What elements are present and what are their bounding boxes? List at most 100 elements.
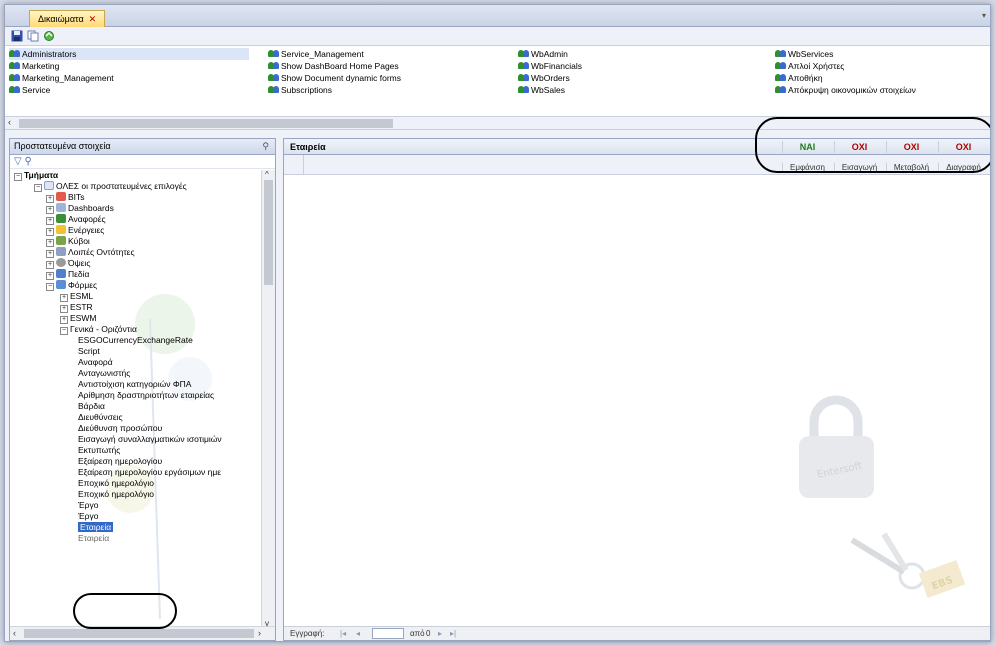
tree-leaf[interactable]: Εταιρεία bbox=[78, 533, 109, 544]
column-header-insert[interactable]: Εισαγωγή bbox=[834, 163, 884, 172]
tree-leaf[interactable]: ESGOCurrencyExchangeRate bbox=[78, 335, 193, 346]
copy-icon[interactable] bbox=[27, 30, 39, 42]
tab-permissions[interactable]: Δικαιώματα ✕ bbox=[29, 10, 106, 28]
expand-icon[interactable]: + bbox=[46, 195, 54, 203]
tree-leaf[interactable]: Script bbox=[78, 346, 100, 357]
scroll-right-icon[interactable]: › bbox=[258, 628, 261, 638]
first-record-icon[interactable]: |◂ bbox=[340, 629, 346, 638]
tree-leaf-selected[interactable]: Εταιρεία bbox=[78, 522, 114, 533]
role-item[interactable]: Απόκρυψη οικονομικών στοιχείων bbox=[775, 84, 916, 96]
expand-icon[interactable]: + bbox=[46, 261, 54, 269]
pin-icon[interactable]: ⚲ bbox=[262, 141, 269, 152]
expand-icon[interactable]: + bbox=[60, 294, 68, 302]
tree-leaf[interactable]: Διεύθυνση προσώπου bbox=[78, 423, 162, 434]
update-permission-toggle[interactable]: OXI bbox=[886, 141, 936, 153]
collapse-icon[interactable]: − bbox=[14, 173, 22, 181]
previous-record-icon[interactable]: ◂ bbox=[356, 629, 360, 638]
tree-node[interactable]: + BITs bbox=[46, 192, 85, 203]
tree-leaf[interactable]: Εξαίρεση ημερολογίου εργάσιμων ημε bbox=[78, 467, 221, 478]
tree-node[interactable]: + Πεδία bbox=[46, 269, 89, 280]
tree-node[interactable]: + ESML bbox=[60, 291, 93, 302]
collapse-icon[interactable]: − bbox=[60, 327, 68, 335]
scroll-up-icon[interactable]: ^ bbox=[265, 170, 269, 179]
user-group-icon bbox=[775, 73, 786, 82]
expand-icon[interactable]: + bbox=[46, 228, 54, 236]
role-item[interactable]: Marketing_Management bbox=[9, 72, 114, 84]
record-number-input[interactable] bbox=[372, 628, 404, 639]
expand-icon[interactable]: + bbox=[46, 250, 54, 258]
role-item[interactable]: WbServices bbox=[775, 48, 833, 60]
tree-node[interactable]: − Φόρμες bbox=[46, 280, 97, 291]
expand-icon[interactable]: + bbox=[60, 305, 68, 313]
expand-icon[interactable]: + bbox=[46, 239, 54, 247]
insert-permission-toggle[interactable]: OXI bbox=[834, 141, 884, 153]
tree-vertical-scrollbar[interactable]: ^ v bbox=[261, 170, 275, 628]
tree-leaf[interactable]: Εποχικό ημερολόγιο bbox=[78, 489, 154, 500]
tree-node[interactable]: + Αναφορές bbox=[46, 214, 106, 225]
tree-horizontal-scrollbar[interactable]: ‹ › bbox=[10, 626, 275, 640]
close-tab-icon[interactable]: ✕ bbox=[89, 14, 97, 24]
role-item[interactable]: Service_Management bbox=[268, 48, 364, 60]
tree-leaf[interactable]: Αντιστοίχιση κατηγοριών ΦΠΑ bbox=[78, 379, 191, 390]
roles-horizontal-scrollbar[interactable]: ‹ bbox=[5, 117, 990, 130]
last-record-icon[interactable]: ▸| bbox=[450, 629, 456, 638]
expand-icon[interactable]: + bbox=[60, 316, 68, 324]
tree-node-label: Τμήματα bbox=[24, 170, 59, 180]
scrollbar-thumb[interactable] bbox=[24, 629, 254, 638]
role-item[interactable]: WbFinancials bbox=[518, 60, 582, 72]
tree-node[interactable]: + Όψεις bbox=[46, 258, 90, 269]
column-header-delete[interactable]: Διαγραφή bbox=[938, 163, 988, 172]
tree-leaf[interactable]: Αρίθμηση δραστηριοτήτων εταιρείας bbox=[78, 390, 214, 401]
view-permission-toggle[interactable]: NAI bbox=[782, 141, 832, 153]
role-item[interactable]: Administrators bbox=[9, 48, 249, 60]
tree-leaf[interactable]: Διευθύνσεις bbox=[78, 412, 123, 423]
role-item[interactable]: Show Document dynamic forms bbox=[268, 72, 401, 84]
tree-node[interactable]: + Λοιπές Οντότητες bbox=[46, 247, 135, 258]
role-item[interactable]: Αποθήκη bbox=[775, 72, 823, 84]
tree-node[interactable]: − Τμήματα bbox=[14, 170, 58, 181]
delete-permission-toggle[interactable]: OXI bbox=[938, 141, 988, 153]
tree-node[interactable]: + Κύβοι bbox=[46, 236, 90, 247]
scroll-left-icon[interactable]: ‹ bbox=[8, 117, 11, 127]
scrollbar-thumb[interactable] bbox=[19, 119, 393, 128]
tree-leaf[interactable]: Έργο bbox=[78, 511, 98, 522]
tree-node[interactable]: + Ενέργειες bbox=[46, 225, 104, 236]
collapse-icon[interactable]: − bbox=[34, 184, 42, 192]
next-record-icon[interactable]: ▸ bbox=[438, 629, 442, 638]
role-item[interactable]: Subscriptions bbox=[268, 84, 332, 96]
refresh-icon[interactable] bbox=[43, 30, 55, 42]
tree-node[interactable]: + Dashboards bbox=[46, 203, 114, 214]
tree-leaf[interactable]: Ανταγωνιστής bbox=[78, 368, 130, 379]
role-item[interactable]: WbOrders bbox=[518, 72, 570, 84]
collapse-icon[interactable]: − bbox=[46, 283, 54, 291]
role-item[interactable]: Show DashBoard Home Pages bbox=[268, 60, 399, 72]
save-icon[interactable] bbox=[11, 30, 23, 42]
tree-leaf[interactable]: Βάρδια bbox=[78, 401, 105, 412]
window-menu-icon[interactable]: ▾ bbox=[982, 11, 986, 20]
role-item[interactable]: WbSales bbox=[518, 84, 565, 96]
tree-node-label: Dashboards bbox=[68, 203, 114, 213]
role-item[interactable]: WbAdmin bbox=[518, 48, 568, 60]
role-item[interactable]: Απλοί Χρήστες bbox=[775, 60, 844, 72]
expand-icon[interactable]: + bbox=[46, 206, 54, 214]
tree-node[interactable]: − ΟΛΕΣ οι προστατευμένες επιλογές bbox=[34, 181, 187, 192]
tree-node[interactable]: + ESWM bbox=[60, 313, 96, 324]
tree-leaf[interactable]: Εκτυπωτής bbox=[78, 445, 120, 456]
scrollbar-thumb[interactable] bbox=[264, 180, 273, 285]
role-item[interactable]: Marketing bbox=[9, 60, 59, 72]
column-header-view[interactable]: Εμφάνιση bbox=[782, 163, 832, 172]
scroll-left-icon[interactable]: ‹ bbox=[13, 628, 16, 638]
expand-icon[interactable]: + bbox=[46, 217, 54, 225]
filter-icon[interactable]: ▽ bbox=[14, 156, 22, 167]
tree-node[interactable]: + ESTR bbox=[60, 302, 93, 313]
tree-leaf[interactable]: Εξαίρεση ημερολογίου bbox=[78, 456, 162, 467]
search-icon[interactable]: ⚲ bbox=[24, 156, 31, 167]
tree-leaf[interactable]: Αναφορά bbox=[78, 357, 113, 368]
tree-leaf[interactable]: Εποχικό ημερολόγιο bbox=[78, 478, 154, 489]
role-item[interactable]: Service bbox=[9, 84, 50, 96]
tree-leaf[interactable]: Εισαγωγή συναλλαγματικών ισοτιμιών bbox=[78, 434, 222, 445]
column-header-update[interactable]: Μεταβολή bbox=[886, 163, 936, 172]
tree-leaf[interactable]: Έργο bbox=[78, 500, 98, 511]
tree-node[interactable]: − Γενικά - Οριζόντια bbox=[60, 324, 137, 335]
expand-icon[interactable]: + bbox=[46, 272, 54, 280]
